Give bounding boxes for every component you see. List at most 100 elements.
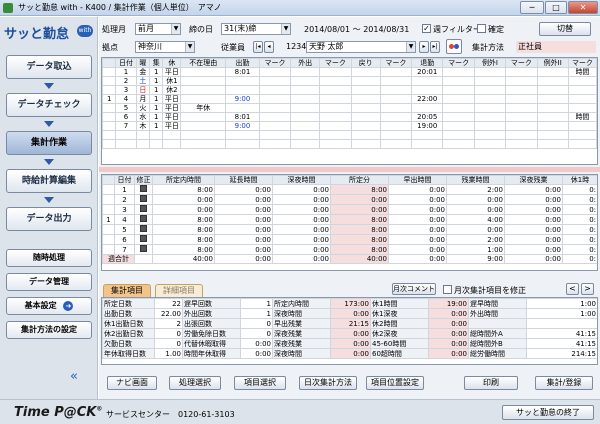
table-cell[interactable] — [350, 130, 381, 140]
table-cell[interactable] — [442, 139, 475, 149]
table-cell[interactable]: 0:00 — [388, 184, 447, 195]
summary-value[interactable]: 0 — [154, 338, 183, 349]
table-cell[interactable]: 1 — [149, 112, 164, 122]
summary-next-button[interactable]: > — [581, 283, 594, 295]
table-cell[interactable]: 水 — [135, 112, 151, 122]
summary-value[interactable]: 0:00 — [330, 328, 371, 339]
table-cell[interactable]: 土 — [135, 76, 151, 86]
table-cell[interactable] — [350, 121, 381, 131]
table-cell[interactable] — [180, 130, 227, 140]
table-cell[interactable] — [473, 94, 507, 104]
table-cell[interactable] — [290, 121, 321, 131]
close-button[interactable]: ✕ — [568, 1, 598, 14]
table-cell[interactable] — [411, 85, 444, 95]
table-cell[interactable] — [290, 139, 321, 149]
table-row[interactable]: 5 8:00 0:00 0:00 8:00 0:00 0:00 0:00 0: — [102, 224, 597, 235]
table-row[interactable]: 7 木 1 平日 9:00 19:00 — [102, 121, 597, 131]
table-cell[interactable]: 1 — [149, 67, 164, 77]
table-cell[interactable] — [567, 85, 597, 95]
table-row[interactable]: 2 土 1 休1 — [102, 76, 597, 86]
table-cell[interactable] — [505, 103, 538, 113]
summary-value[interactable]: 2 — [154, 318, 183, 329]
table-cell[interactable] — [102, 112, 117, 122]
table-cell[interactable] — [102, 139, 117, 149]
nav-data-output[interactable]: データ出力 — [6, 207, 92, 231]
table-cell[interactable] — [102, 194, 115, 205]
table-cell[interactable]: 8:00 — [330, 214, 389, 225]
table-cell[interactable] — [411, 139, 444, 149]
summary-value[interactable]: 21:15 — [330, 318, 371, 329]
table-cell[interactable]: 年休 — [180, 103, 227, 113]
table-cell[interactable]: 0:00 — [272, 244, 331, 255]
monthly-comment-button[interactable]: 月次コメント — [392, 283, 436, 295]
table-cell[interactable] — [258, 112, 292, 122]
summary-value[interactable]: 0:00 — [240, 338, 273, 349]
table-cell[interactable] — [442, 67, 475, 77]
table-cell[interactable] — [225, 76, 260, 86]
edit-toggle-icon[interactable] — [140, 195, 147, 202]
edit-toggle-icon[interactable] — [140, 235, 147, 242]
table-cell[interactable] — [115, 130, 137, 140]
table-cell[interactable]: 2 — [115, 76, 137, 86]
summary-value[interactable]: 0 — [154, 328, 183, 339]
data-management-button[interactable]: データ管理 — [6, 273, 92, 291]
table-cell[interactable] — [536, 76, 569, 86]
table-cell[interactable]: 0:00 — [504, 204, 563, 215]
process-select-button[interactable]: 処理選択 — [169, 376, 221, 390]
aggregation-method-settings-button[interactable]: 集計方法の設定 — [6, 321, 92, 339]
table-cell[interactable] — [135, 130, 151, 140]
employee-select[interactable]: 天野 太郎 ▼ — [306, 41, 416, 53]
table-cell[interactable]: 0:00 — [446, 224, 505, 235]
table-cell[interactable] — [350, 85, 381, 95]
table-cell[interactable] — [149, 130, 164, 140]
table-cell[interactable]: 0: — [562, 224, 597, 235]
table-cell[interactable] — [442, 94, 475, 104]
table-cell[interactable] — [505, 139, 538, 149]
table-cell[interactable]: 22:00 — [411, 94, 444, 104]
table-cell[interactable] — [411, 103, 444, 113]
table-cell[interactable]: 3 — [114, 204, 135, 215]
nav-hourly-wage-edit[interactable]: 時給計算編集 — [6, 169, 92, 193]
table-cell[interactable] — [225, 130, 260, 140]
table-cell[interactable]: 0:00 — [272, 204, 331, 215]
table-cell[interactable] — [536, 121, 569, 131]
table-cell[interactable]: 5 — [115, 103, 137, 113]
table-cell[interactable] — [567, 94, 597, 104]
maximize-button[interactable]: □ — [545, 1, 567, 14]
navi-screen-button[interactable]: ナビ画面 — [107, 376, 157, 390]
close-day-select[interactable]: 31(末)締 ▼ — [221, 23, 291, 35]
table-cell[interactable] — [290, 103, 321, 113]
table-cell[interactable]: 1 — [114, 184, 135, 195]
table-cell[interactable] — [567, 76, 597, 86]
table-cell[interactable] — [473, 139, 507, 149]
table-cell[interactable] — [505, 112, 538, 122]
table-cell[interactable]: 0:00 — [504, 224, 563, 235]
summary-value[interactable]: 0:00 — [428, 328, 469, 339]
table-cell[interactable] — [319, 85, 352, 95]
table-cell[interactable] — [379, 85, 413, 95]
table-cell[interactable] — [290, 76, 321, 86]
table-cell[interactable]: 木 — [135, 121, 151, 131]
summary-value[interactable]: 1 — [240, 298, 273, 309]
table-cell[interactable] — [379, 76, 413, 86]
table-cell[interactable]: 0: — [562, 234, 597, 245]
table-cell[interactable]: 0:00 — [214, 194, 273, 205]
table-cell[interactable] — [536, 130, 569, 140]
table-cell[interactable]: 0:00 — [388, 214, 447, 225]
table-cell[interactable]: 0:00 — [446, 194, 505, 205]
nav-data-check[interactable]: データチェック — [6, 93, 92, 117]
table-cell[interactable]: 1 — [149, 76, 164, 86]
table-cell[interactable]: 0:00 — [272, 224, 331, 235]
fix-monthly-checkbox[interactable] — [443, 285, 452, 294]
table-row[interactable]: 6 水 1 平日 8:01 20:05 時間 — [102, 112, 597, 122]
table-cell[interactable]: 0:00 — [272, 184, 331, 195]
table-cell[interactable]: 0:00 — [388, 234, 447, 245]
summary-value[interactable]: 0:00 — [330, 348, 371, 359]
table-cell[interactable]: 平日 — [162, 121, 182, 131]
table-cell[interactable]: 19:00 — [411, 121, 444, 131]
table-cell[interactable] — [350, 139, 381, 149]
table-cell[interactable] — [180, 94, 227, 104]
table-cell[interactable]: 7 — [115, 121, 137, 131]
table-cell[interactable]: 8:00 — [152, 184, 215, 195]
print-button[interactable]: 印刷 — [464, 376, 518, 390]
